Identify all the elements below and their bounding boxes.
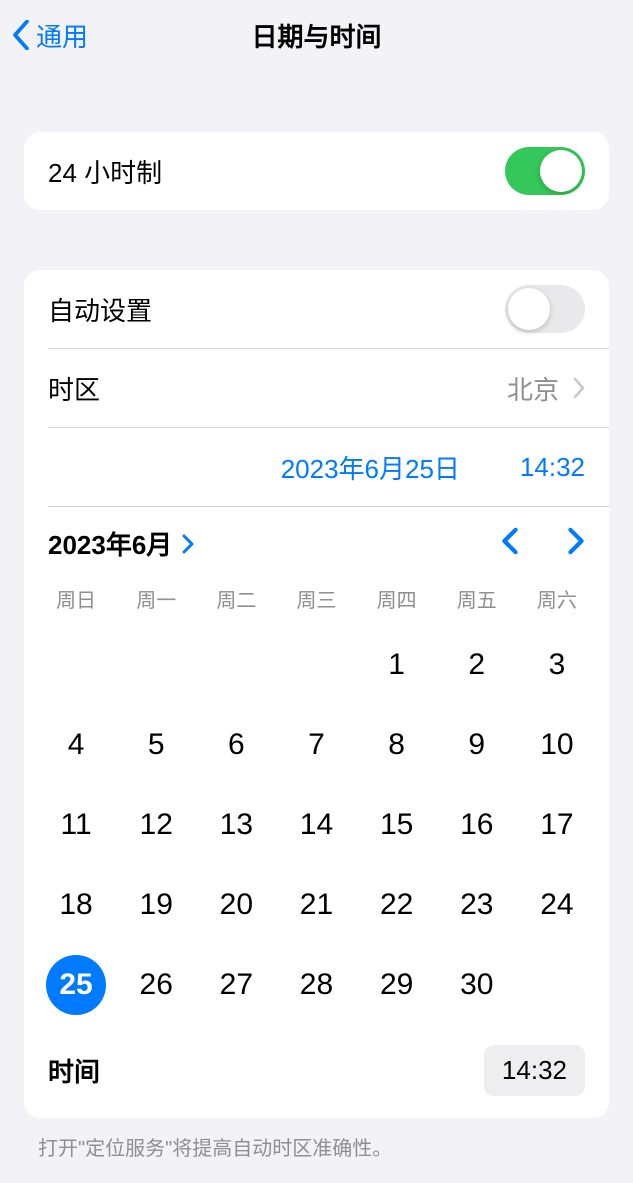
chevron-left-icon <box>501 527 519 555</box>
calendar-day[interactable]: 15 <box>357 785 437 865</box>
switch-knob <box>508 288 550 330</box>
calendar-day[interactable]: 17 <box>517 785 597 865</box>
calendar-day[interactable]: 28 <box>276 945 356 1025</box>
calendar-month-button[interactable]: 2023年6月 <box>48 525 194 562</box>
calendar-day-empty <box>517 945 597 1025</box>
chevron-right-icon <box>182 534 194 554</box>
calendar-day[interactable]: 25 <box>36 945 116 1025</box>
weekday-cell: 周一 <box>116 578 196 619</box>
chevron-right-icon <box>567 527 585 555</box>
calendar-day[interactable]: 21 <box>276 865 356 945</box>
row-datetime-summary: 2023年6月25日 14:32 <box>24 428 609 506</box>
calendar-day[interactable]: 14 <box>276 785 356 865</box>
calendar-day-empty <box>276 625 356 705</box>
calendar-day[interactable]: 7 <box>276 705 356 785</box>
back-button[interactable]: 通用 <box>0 17 88 54</box>
calendar-day[interactable]: 24 <box>517 865 597 945</box>
calendar-day[interactable]: 30 <box>437 945 517 1025</box>
auto-set-switch[interactable] <box>505 285 585 333</box>
weekday-cell: 周日 <box>36 578 116 619</box>
calendar-prev-button[interactable] <box>501 527 519 560</box>
time-picker[interactable]: 14:32 <box>484 1045 585 1096</box>
weekday-cell: 周五 <box>437 578 517 619</box>
calendar-day[interactable]: 23 <box>437 865 517 945</box>
calendar-month-label: 2023年6月 <box>48 525 172 562</box>
calendar-day-empty <box>36 625 116 705</box>
calendar-day[interactable]: 4 <box>36 705 116 785</box>
switch-knob <box>540 150 582 192</box>
weekday-cell: 周六 <box>517 578 597 619</box>
weekday-cell: 周三 <box>276 578 356 619</box>
calendar-day[interactable]: 3 <box>517 625 597 705</box>
calendar-day[interactable]: 12 <box>116 785 196 865</box>
calendar-day[interactable]: 2 <box>437 625 517 705</box>
calendar-day[interactable]: 26 <box>116 945 196 1025</box>
time-label: 时间 <box>48 1052 100 1089</box>
calendar-day[interactable]: 9 <box>437 705 517 785</box>
calendar-day[interactable]: 19 <box>116 865 196 945</box>
timezone-value: 北京 <box>507 370 559 407</box>
selected-time[interactable]: 14:32 <box>520 452 585 483</box>
calendar-day[interactable]: 18 <box>36 865 116 945</box>
twenty-four-hour-label: 24 小时制 <box>48 153 162 190</box>
footer-note: 打开"定位服务"将提高自动时区准确性。 <box>0 1118 633 1161</box>
calendar-day-empty <box>196 625 276 705</box>
calendar-day[interactable]: 8 <box>357 705 437 785</box>
calendar-day[interactable]: 1 <box>357 625 437 705</box>
calendar-next-button[interactable] <box>567 527 585 560</box>
twenty-four-hour-switch[interactable] <box>505 147 585 195</box>
calendar-day-empty <box>116 625 196 705</box>
calendar-day[interactable]: 6 <box>196 705 276 785</box>
calendar-day[interactable]: 16 <box>437 785 517 865</box>
calendar-day[interactable]: 27 <box>196 945 276 1025</box>
calendar-day[interactable]: 11 <box>36 785 116 865</box>
calendar-day[interactable]: 10 <box>517 705 597 785</box>
calendar-day[interactable]: 5 <box>116 705 196 785</box>
calendar-day[interactable]: 20 <box>196 865 276 945</box>
weekday-cell: 周二 <box>196 578 276 619</box>
auto-set-label: 自动设置 <box>48 291 152 328</box>
chevron-right-icon <box>573 378 585 398</box>
row-time: 时间 14:32 <box>24 1033 609 1118</box>
row-timezone[interactable]: 时区 北京 <box>24 349 609 427</box>
row-24-hour: 24 小时制 <box>24 132 609 210</box>
calendar-day[interactable]: 22 <box>357 865 437 945</box>
calendar-day[interactable]: 29 <box>357 945 437 1025</box>
chevron-left-icon <box>12 20 30 50</box>
calendar-day[interactable]: 13 <box>196 785 276 865</box>
row-auto-set: 自动设置 <box>24 270 609 348</box>
timezone-label: 时区 <box>48 370 100 407</box>
weekday-cell: 周四 <box>357 578 437 619</box>
back-label: 通用 <box>36 17 88 54</box>
selected-date[interactable]: 2023年6月25日 <box>281 449 460 486</box>
page-title: 日期与时间 <box>251 17 381 54</box>
